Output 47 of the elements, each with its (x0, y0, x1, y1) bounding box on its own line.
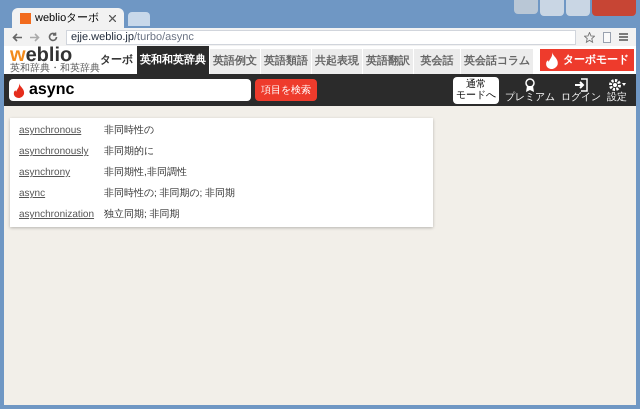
address-bar[interactable]: ejje.weblio.jp/turbo/async (66, 30, 576, 44)
maximize-button[interactable] (566, 0, 590, 16)
login-button[interactable]: ログイン (561, 78, 601, 102)
turbo-label: ターボ (100, 52, 134, 68)
nav-tab[interactable]: 共起表現 (312, 49, 362, 74)
settings-icon (608, 78, 626, 92)
nav-tab[interactable]: 英会話 (414, 49, 460, 74)
search-button[interactable]: 項目を検索 (255, 79, 317, 101)
minimize-button[interactable] (540, 0, 564, 16)
nav-tab[interactable]: 英会話コラム (461, 49, 533, 74)
user-button[interactable] (514, 0, 538, 14)
menu-icon[interactable] (619, 33, 628, 41)
tab-title: weblioターボ (35, 10, 100, 26)
result-link[interactable]: async (19, 186, 104, 201)
logo-subtitle: 英和辞典・和英辞典 (10, 64, 100, 74)
site-logo[interactable]: weblio (10, 46, 100, 64)
turbo-mode-button[interactable]: ターボモード (540, 49, 634, 71)
reload-icon[interactable] (48, 32, 58, 42)
nav-tab[interactable]: 英語翻訳 (363, 49, 413, 74)
flame-icon (13, 82, 25, 98)
new-tab-button[interactable] (128, 12, 150, 26)
normal-mode-button[interactable]: 通常 モードへ (453, 76, 499, 104)
flame-icon (545, 52, 559, 68)
back-icon[interactable] (12, 32, 22, 42)
result-meaning: 独立同期; 非同期 (104, 208, 180, 222)
result-meaning: 非同期的に (104, 144, 154, 159)
close-icon[interactable] (109, 14, 116, 22)
result-meaning: 非同期性,非同調性 (104, 166, 187, 180)
ribbon-icon (524, 78, 536, 92)
nav-tab[interactable]: 英語類語 (261, 49, 311, 74)
page-icon[interactable] (603, 32, 611, 42)
nav-tab[interactable]: 英語例文 (210, 49, 260, 74)
result-link[interactable]: asynchronization (19, 207, 104, 222)
search-field[interactable]: async (9, 79, 251, 101)
settings-button[interactable]: 設定 (607, 78, 627, 102)
premium-button[interactable]: プレミアム (505, 78, 555, 102)
login-icon (574, 78, 588, 92)
result-meaning: 非同時性の; 非同期の; 非同期 (104, 186, 236, 201)
result-link[interactable]: asynchronously (19, 144, 104, 159)
result-meaning: 非同時性の (104, 124, 154, 138)
favicon-icon (20, 12, 31, 24)
nav-tab[interactable]: 英和和英辞典 (137, 46, 209, 74)
browser-tab[interactable]: weblioターボ (12, 8, 124, 28)
forward-icon[interactable] (30, 32, 40, 42)
result-link[interactable]: asynchronous (19, 123, 104, 138)
result-link[interactable]: asynchrony (19, 165, 104, 180)
star-icon[interactable] (584, 32, 595, 42)
